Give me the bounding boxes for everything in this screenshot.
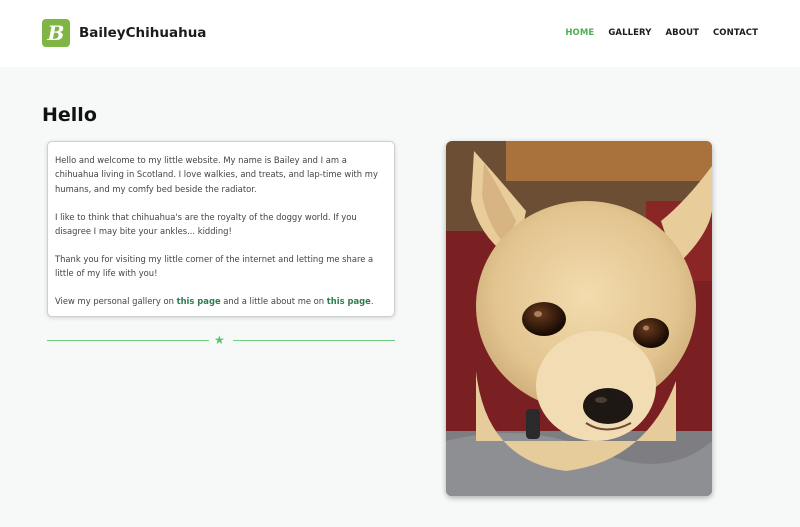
intro-links-paragraph: View my personal gallery on this page an… xyxy=(55,294,386,308)
nav-home-link[interactable]: HOME xyxy=(565,28,594,38)
nav-gallery-link[interactable]: GALLERY xyxy=(608,28,651,38)
star-divider: ★ xyxy=(47,333,395,347)
divider-line-left xyxy=(47,340,209,341)
about-page-link[interactable]: this page xyxy=(327,296,371,306)
star-icon: ★ xyxy=(214,333,225,347)
links-suffix: . xyxy=(370,296,374,307)
navbar: B BaileyChihuahua HOME GALLERY ABOUT CON… xyxy=(0,0,800,67)
divider-line-right xyxy=(233,340,395,341)
main-nav: HOME GALLERY ABOUT CONTACT xyxy=(565,28,758,38)
logo-letter: B xyxy=(47,21,65,45)
gallery-page-link[interactable]: this page xyxy=(177,296,221,306)
brand[interactable]: B BaileyChihuahua xyxy=(42,19,206,47)
intro-paragraph-2: I like to think that chihuahua's are the… xyxy=(55,211,357,237)
intro-paragraph-3: Thank you for visiting my little corner … xyxy=(55,253,374,279)
links-middle: and a little about me on xyxy=(220,296,327,307)
intro-card: Hello and welcome to my little website. … xyxy=(47,141,395,317)
nav-about-link[interactable]: ABOUT xyxy=(665,28,698,38)
site-name[interactable]: BaileyChihuahua xyxy=(79,25,206,41)
logo-icon[interactable]: B xyxy=(42,19,70,47)
page-title: Hello xyxy=(42,104,97,126)
nav-contact-link[interactable]: CONTACT xyxy=(713,28,758,38)
links-prefix: View my personal gallery on xyxy=(55,296,177,307)
chihuahua-photo xyxy=(446,141,712,496)
intro-paragraph-1: Hello and welcome to my little website. … xyxy=(55,155,378,194)
